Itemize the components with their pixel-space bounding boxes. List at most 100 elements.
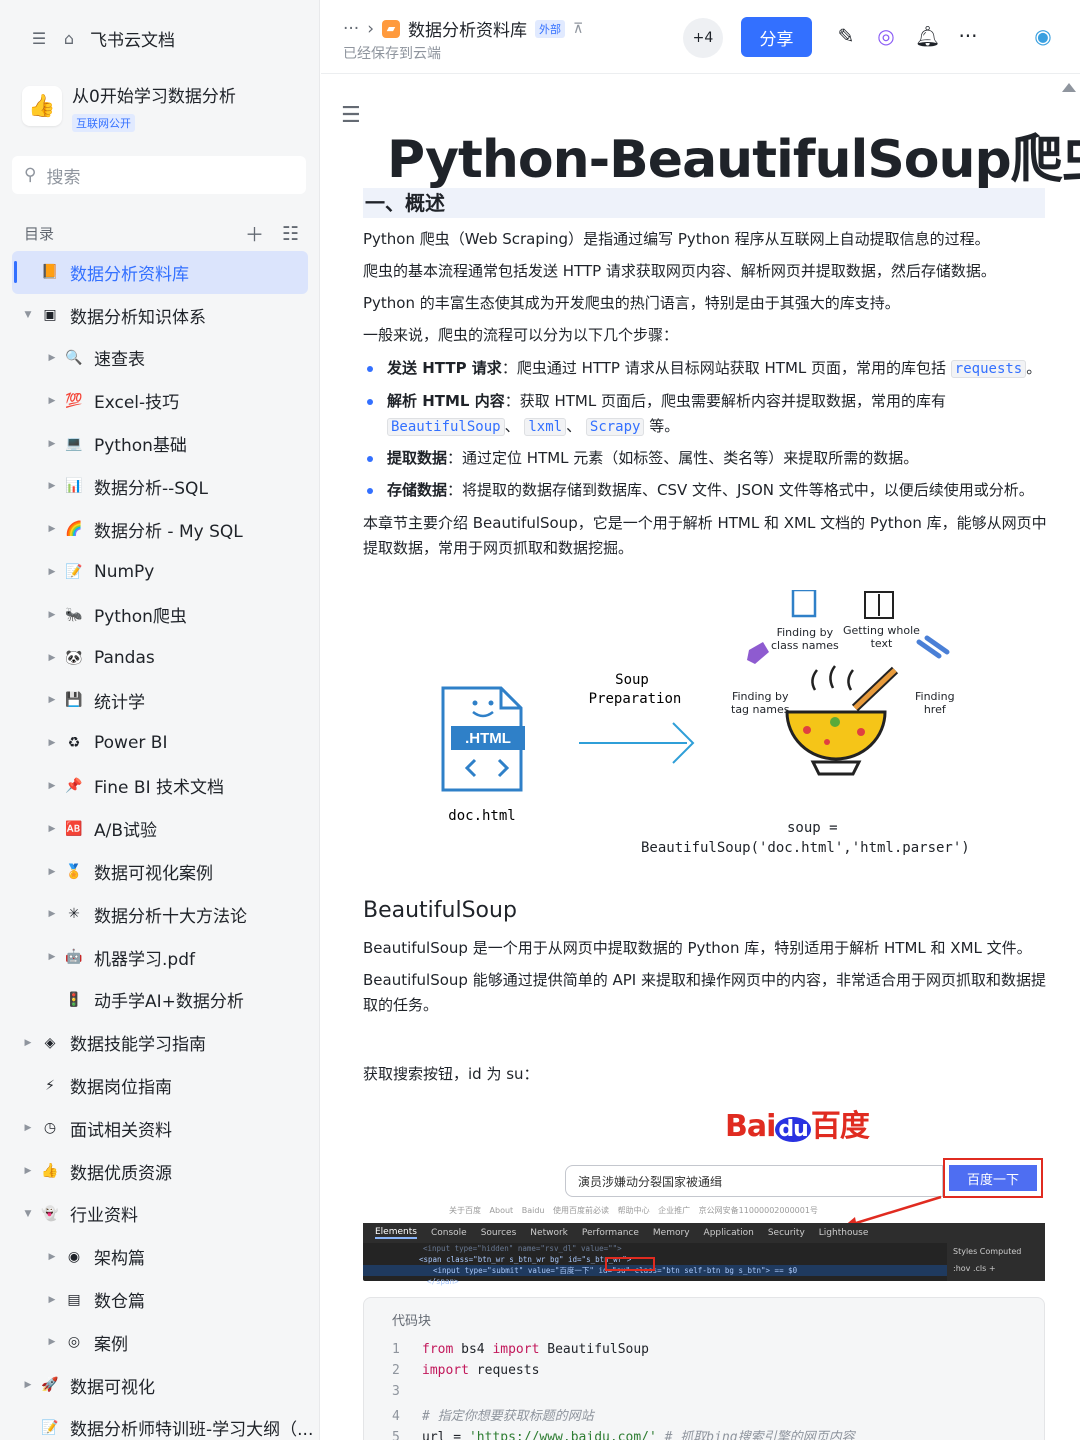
toc-item[interactable]: ⚡ 数据岗位指南 xyxy=(0,1064,320,1107)
chevron-right-icon[interactable]: ▶ xyxy=(46,481,58,491)
code-line: 3 xyxy=(392,1384,400,1399)
toc-item[interactable]: ▶ ◎ 案例 xyxy=(0,1321,320,1364)
toc-item[interactable]: ▶ ✳ 数据分析十大方法论 xyxy=(0,893,320,936)
chevron-right-icon[interactable]: ▶ xyxy=(46,738,58,748)
page-icon: ◈ xyxy=(44,1034,56,1051)
toc-item[interactable]: ▶ 👍 数据优质资源 xyxy=(0,1150,320,1193)
chevron-right-icon: › xyxy=(367,18,375,39)
chevron-right-icon[interactable]: ▶ xyxy=(46,1337,58,1347)
prep-label-2: Preparation xyxy=(589,691,682,707)
inline-code: lxml xyxy=(524,418,567,436)
toc-item-label: 数据分析师特训班-学习大纲（... xyxy=(70,1420,314,1440)
soup-bowl-icon xyxy=(785,665,899,776)
list-view-icon[interactable]: ☷ xyxy=(282,223,299,245)
toc-item[interactable]: ▶ 🌈 数据分析 - My SQL xyxy=(0,508,320,551)
chevron-right-icon[interactable]: ▶ xyxy=(22,1038,34,1048)
collaborators-count[interactable]: +4 xyxy=(683,18,723,58)
pin-icon[interactable]: ⊼ xyxy=(573,21,583,37)
doc-header: ··· › ▰ 数据分析资料库 外部 ⊼ 已经保存到云端 +4 分享 ✎ ◎ 🔔… xyxy=(321,0,1080,74)
chevron-right-icon[interactable]: ▶ xyxy=(46,1295,58,1305)
toc-item[interactable]: ▶ 📝 NumPy xyxy=(0,551,320,594)
link-icon xyxy=(916,635,950,659)
toc-item[interactable]: ▼ 👻 行业资料 xyxy=(0,1193,320,1236)
baidu-logo: Bai du 百度 xyxy=(725,1109,870,1144)
chevron-right-icon[interactable]: ▶ xyxy=(46,610,58,620)
toc-item[interactable]: ▶ 🏅 数据可视化案例 xyxy=(0,850,320,893)
page-icon: ⚡ xyxy=(45,1077,55,1094)
chevron-right-icon[interactable]: ▶ xyxy=(46,781,58,791)
more-options-icon[interactable]: ··· xyxy=(956,24,980,48)
chevron-right-icon[interactable]: ▶ xyxy=(22,1166,34,1176)
chevron-right-icon[interactable]: ▶ xyxy=(46,695,58,705)
toc-item[interactable]: ▶ 🔍 速查表 xyxy=(0,337,320,380)
collapse-sidebar-icon[interactable]: ☰ xyxy=(30,29,48,48)
toc-item[interactable]: ▶ 🤖 机器学习.pdf xyxy=(0,936,320,979)
chevron-right-icon[interactable]: ▶ xyxy=(46,439,58,449)
toc-item[interactable]: 🚦 动手学AI+数据分析 xyxy=(0,979,320,1022)
chevron-right-icon[interactable]: ▶ xyxy=(46,1252,58,1262)
id-highlight-box xyxy=(605,1257,655,1271)
chevron-right-icon[interactable]: ▶ xyxy=(46,396,58,406)
chevron-right-icon[interactable]: ▶ xyxy=(22,1123,34,1133)
chevron-right-icon[interactable]: ▶ xyxy=(46,952,58,962)
page-icon: ◎ xyxy=(67,1334,81,1351)
toc-item[interactable]: ▼ ▣ 数据分析知识体系 xyxy=(0,294,320,337)
toc-item[interactable]: 📝 数据分析师特训班-学习大纲（... xyxy=(0,1407,320,1440)
page-icon: 💻 xyxy=(65,435,83,452)
ai-assistant-icon[interactable]: ◎ xyxy=(874,24,898,48)
chevron-down-icon[interactable]: ▼ xyxy=(22,1209,34,1219)
add-icon[interactable]: ＋ xyxy=(245,220,264,247)
page-icon: 🐼 xyxy=(65,649,83,666)
toc-item[interactable]: ▶ ♻ Power BI xyxy=(0,722,320,765)
paragraph: 爬虫的基本流程通常包括发送 HTTP 请求获取网页内容、解析网页并提取数据，然后… xyxy=(363,262,996,280)
chevron-right-icon[interactable]: ▶ xyxy=(46,653,58,663)
code-block-label: 代码块 xyxy=(392,1314,432,1329)
toc-item[interactable]: ▶ 🐼 Pandas xyxy=(0,636,320,679)
toc-item[interactable]: ▶ ◈ 数据技能学习指南 xyxy=(0,1021,320,1064)
chevron-right-icon[interactable]: ▶ xyxy=(46,909,58,919)
share-button[interactable]: 分享 xyxy=(741,17,812,57)
toc-item[interactable]: ▶ 🚀 数据可视化 xyxy=(0,1364,320,1407)
chevron-right-icon[interactable]: ▶ xyxy=(46,353,58,363)
chevron-right-icon[interactable]: ▶ xyxy=(46,824,58,834)
toc-item[interactable]: ▶ 📌 Fine BI 技术文档 xyxy=(0,765,320,808)
outline-icon[interactable]: ☰ xyxy=(341,103,361,128)
chevron-right-icon[interactable]: ▶ xyxy=(46,524,58,534)
edit-icon[interactable]: ✎ xyxy=(834,24,858,48)
toc-item[interactable]: ▶ ◷ 面试相关资料 xyxy=(0,1107,320,1150)
home-icon[interactable]: ⌂ xyxy=(60,29,78,48)
toc-item[interactable]: ▶ 💯 Excel-技巧 xyxy=(0,379,320,422)
toc-item[interactable]: ▶ 💻 Python基础 xyxy=(0,422,320,465)
toc-item-label: 数据可视化案例 xyxy=(94,864,213,885)
toc-item-label: Python基础 xyxy=(94,436,187,457)
page-icon: 🚀 xyxy=(41,1377,59,1394)
toc-item[interactable]: ▶ ▤ 数仓篇 xyxy=(0,1278,320,1321)
toc-item[interactable]: ▶ 💾 统计学 xyxy=(0,679,320,722)
code-line: 4 # 指定你想要获取标题的网站 xyxy=(392,1409,594,1424)
chevron-down-icon[interactable]: ▼ xyxy=(22,310,34,320)
knowledge-base-header[interactable]: 👍 从0开始学习数据分析 互联网公开 xyxy=(22,86,236,132)
scroll-up-arrow[interactable] xyxy=(1062,83,1076,92)
more-breadcrumb-icon[interactable]: ··· xyxy=(343,19,359,39)
beautifulsoup-diagram: .HTML doc.html Soup Preparation Finding … xyxy=(395,588,1035,901)
devtools-tab: Network xyxy=(530,1228,568,1238)
toc-item-label: 数据分析资料库 xyxy=(70,264,189,285)
sidebar: ☰ ⌂ 飞书云文档 👍 从0开始学习数据分析 互联网公开 ⚲ 搜索 目录 ＋ ☷… xyxy=(0,0,320,1440)
notification-bell-icon[interactable]: 🔔︎ xyxy=(915,24,940,48)
toc-item[interactable]: ▶ 🆎 A/B试验 xyxy=(0,807,320,850)
toc-item[interactable]: ▶ 🐜 Python爬虫 xyxy=(0,593,320,636)
toc-item[interactable]: 📙 数据分析资料库 xyxy=(12,251,308,294)
assistant-orb-icon[interactable]: ◉ xyxy=(1031,24,1055,48)
toc-item[interactable]: ▶ 📊 数据分析--SQL xyxy=(0,465,320,508)
prep-label-1: Soup xyxy=(615,672,649,688)
toc-item[interactable]: ▶ ◉ 架构篇 xyxy=(0,1235,320,1278)
styles-filter: :hov .cls + xyxy=(953,1264,996,1273)
chevron-right-icon[interactable]: ▶ xyxy=(46,567,58,577)
app-title[interactable]: 飞书云文档 xyxy=(90,26,175,51)
devtools-tab: Performance xyxy=(581,1228,639,1238)
soup-code-line-2: BeautifulSoup('doc.html','html.parser') xyxy=(641,840,970,856)
chevron-right-icon[interactable]: ▶ xyxy=(22,1380,34,1390)
search-input[interactable]: ⚲ 搜索 xyxy=(12,156,306,194)
breadcrumb-current[interactable]: 数据分析资料库 xyxy=(408,16,527,41)
chevron-right-icon[interactable]: ▶ xyxy=(46,867,58,877)
